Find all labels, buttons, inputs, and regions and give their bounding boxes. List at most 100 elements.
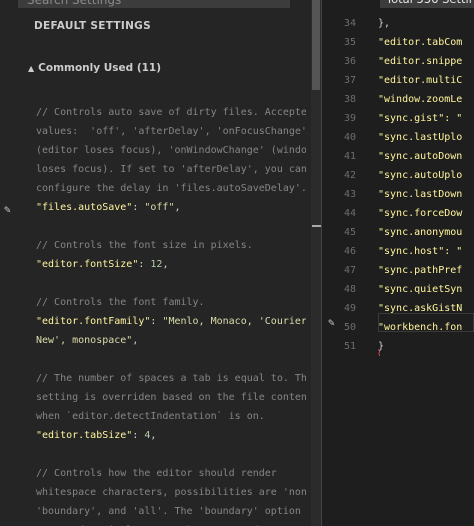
line-number: 38: [343, 94, 356, 105]
code-line: New', monospace",: [36, 331, 306, 350]
code-token: // Controls how the editor should render: [36, 468, 277, 479]
code-line: // Controls the font family.: [36, 293, 306, 312]
line-number: 34: [343, 18, 356, 29]
code-token: 'boundary', and 'all'. The 'boundary' op…: [36, 506, 306, 517]
code-line[interactable]: 34},: [322, 14, 474, 33]
code-text: "sync.quietSyn: [378, 284, 463, 295]
code-token: :: [138, 259, 151, 270]
code-text: "editor.multiC: [378, 75, 463, 86]
code-line[interactable]: 39 "sync.gist": ": [322, 109, 474, 128]
code-text: "sync.pathPref: [378, 265, 463, 276]
line-number: 48: [343, 284, 356, 295]
code-text: "sync.autoDown: [378, 151, 463, 162]
code-token: 12: [150, 259, 163, 270]
code-text: "sync.lastUplo: [378, 132, 463, 143]
code-text: "editor.tabCom: [378, 37, 463, 48]
total-settings-count: Total 556 Settings: [380, 0, 474, 8]
code-line: (editor loses focus), 'onWindowChange' (…: [36, 141, 306, 160]
group-label: Commonly Used (11): [38, 62, 162, 74]
error-squiggle: ⌇: [377, 349, 382, 359]
code-token: :: [132, 202, 145, 213]
code-token: // The number of spaces a tab is equal t…: [36, 373, 306, 384]
left-scrollbar[interactable]: [311, 0, 321, 526]
code-token: when `editor.detectIndentation` is on.: [36, 411, 265, 422]
code-token: "files.autoSave": [36, 202, 133, 213]
code-token: ,: [150, 430, 157, 441]
code-token: loses focus). If set to 'afterDelay', yo…: [36, 164, 306, 175]
code-token: ,: [174, 202, 181, 213]
code-text: "window.zoomLe: [378, 94, 463, 105]
code-line[interactable]: 45 "sync.anonymou: [322, 223, 474, 242]
code-text: "sync.anonymou: [378, 227, 463, 238]
code-token: configure the delay in 'files.autoSaveDe…: [36, 183, 306, 194]
code-text: "sync.lastDown: [378, 189, 463, 200]
line-number: 36: [343, 56, 356, 67]
code-token: ,: [132, 335, 139, 346]
code-line: 'boundary', and 'all'. The 'boundary' op…: [36, 502, 306, 521]
code-token: "off": [144, 202, 175, 213]
group-header-commonly-used[interactable]: ▲ Commonly Used (11): [28, 62, 161, 74]
line-number: 46: [343, 246, 356, 257]
code-line: "editor.fontSize": 12,: [36, 255, 306, 274]
code-token: "Menlo, Monaco, 'Courier: [162, 316, 306, 327]
edit-pencil-icon[interactable]: ✎: [328, 316, 335, 329]
user-settings-code[interactable]: 34}, 35 "editor.tabCom 36 "editor.snippe 37 "e…: [322, 14, 474, 356]
code-line[interactable]: 42 "sync.autoUplo: [322, 166, 474, 185]
code-line[interactable]: 35 "editor.tabCom: [322, 33, 474, 52]
chevron-down-icon: ▲: [28, 64, 35, 73]
code-token: ,: [162, 259, 169, 270]
default-settings-code: // Controls auto save of dirty files. Ac…: [36, 103, 306, 526]
line-number: 37: [343, 75, 356, 86]
search-settings-input[interactable]: Search Settings: [18, 0, 290, 8]
code-token: // Controls the font size in pixels.: [36, 240, 253, 251]
code-line: "files.autoSave": "off",: [36, 198, 306, 217]
code-line[interactable]: 40 "sync.lastUplo: [322, 128, 474, 147]
line-number: 47: [343, 265, 356, 276]
code-token: whitespace characters, possibilities are…: [36, 487, 306, 498]
code-text: "sync.gist": ": [378, 113, 463, 124]
code-line[interactable]: 51}: [322, 337, 474, 356]
code-line: when `editor.detectIndentation` is on.: [36, 407, 306, 426]
code-token: New', monospace": [36, 335, 133, 346]
code-token: // Controls auto save of dirty files. Ac…: [36, 107, 306, 118]
line-number: 45: [343, 227, 356, 238]
code-line[interactable]: 38 "window.zoomLe: [322, 90, 474, 109]
code-line[interactable]: 44 "sync.forceDow: [322, 204, 474, 223]
code-text: "sync.autoUplo: [378, 170, 463, 181]
code-line: // The number of spaces a tab is equal t…: [36, 369, 306, 388]
code-line[interactable]: 37 "editor.multiC: [322, 71, 474, 90]
code-text: },: [378, 18, 391, 29]
code-token: :: [150, 316, 163, 327]
code-token: "editor.fontSize": [36, 259, 139, 270]
code-line: loses focus). If set to 'afterDelay', yo…: [36, 160, 306, 179]
section-title: DEFAULT SETTINGS: [34, 20, 151, 32]
default-settings-pane: Search Settings DEFAULT SETTINGS ▲ Common…: [0, 0, 311, 526]
code-line[interactable]: 36 "editor.snippe: [322, 52, 474, 71]
code-line: // Controls auto save of dirty files. Ac…: [36, 103, 306, 122]
line-number: 35: [343, 37, 356, 48]
code-token: (editor loses focus), 'onWindowChange' (…: [36, 145, 306, 156]
code-line: // Controls the font size in pixels.: [36, 236, 306, 255]
code-text: "sync.host": ": [378, 246, 463, 257]
left-scrollbar-thumb[interactable]: [312, 0, 320, 90]
code-line: setting is overriden based on the file c…: [36, 388, 306, 407]
code-line[interactable]: 43 "sync.lastDown: [322, 185, 474, 204]
code-line[interactable]: 48 "sync.quietSyn: [322, 280, 474, 299]
code-line[interactable]: 47 "sync.pathPref: [322, 261, 474, 280]
code-line: whitespace characters, possibilities are…: [36, 483, 306, 502]
line-number: 41: [343, 151, 356, 162]
code-line: // Controls how the editor should render: [36, 464, 306, 483]
code-line[interactable]: 41 "sync.autoDown: [322, 147, 474, 166]
current-line-highlight: [378, 313, 474, 332]
code-token: setting is overriden based on the file c…: [36, 392, 306, 403]
edit-pencil-icon[interactable]: ✎: [4, 203, 11, 216]
pane-splitter-handle[interactable]: [312, 225, 321, 227]
code-line[interactable]: 46 "sync.host": ": [322, 242, 474, 261]
code-token: // Controls the font family.: [36, 297, 205, 308]
code-line: "editor.fontFamily": "Menlo, Monaco, 'Co…: [36, 312, 306, 331]
line-number: 40: [343, 132, 356, 143]
code-line: not render single spaces between words.: [36, 521, 306, 526]
